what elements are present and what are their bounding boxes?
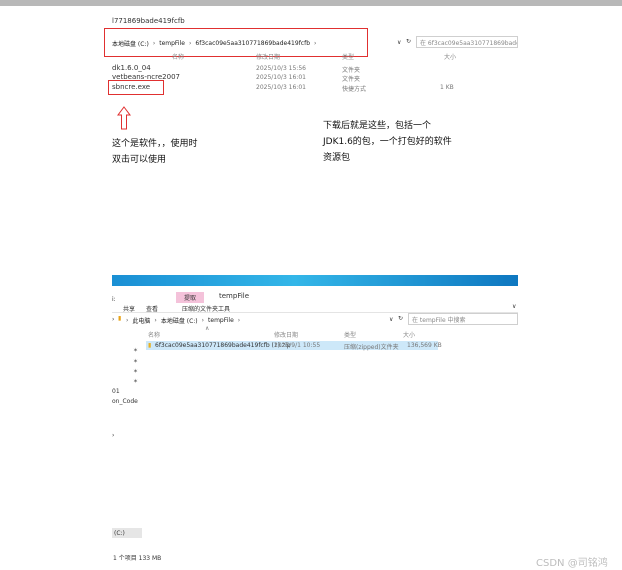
file-size: 136,569 KB [407, 342, 442, 349]
arrow-up-icon [117, 106, 131, 130]
column-header-type[interactable]: 类型 [342, 52, 354, 61]
zip-folder-icon: ▮ [148, 342, 152, 349]
column-header-name[interactable]: 名称 [172, 52, 184, 61]
file-type: 快捷方式 [342, 86, 367, 93]
search-input[interactable]: 在 6f3cac09e5aa310771869bade [416, 36, 518, 48]
chevron-right-icon: › [126, 317, 129, 324]
chevron-right-icon[interactable]: › [112, 432, 114, 439]
annotation-right: 下载后就是这些，包括一个JDK1.6的包，一个打包好的软件资源包 [323, 121, 452, 163]
file-name[interactable]: 6f3cac09e5aa310771869bade419fcfb (1).zip [155, 342, 291, 349]
breadcrumb-item-tempfile[interactable]: tempFile [208, 317, 234, 324]
pin-icon[interactable]: ✶ [133, 347, 138, 354]
status-bar-text: 1 个项目 133 MB [113, 555, 162, 562]
file-size: 1 KB [440, 84, 454, 91]
window-title: tempFile [219, 292, 250, 300]
chevron-down-icon[interactable]: ∨ [389, 316, 393, 323]
chevron-right-icon[interactable]: › [112, 316, 114, 323]
column-header-date[interactable]: 修改日期 [256, 52, 280, 61]
chevron-right-icon: › [201, 317, 205, 324]
file-date: 2025/10/3 16:01 [256, 84, 306, 91]
column-header-type[interactable]: 类型 [344, 330, 356, 339]
breadcrumb-item-this-pc[interactable]: 此电脑 [132, 316, 150, 325]
breadcrumb[interactable]: › 此电脑 › 本地磁盘 (C:) › tempFile › [126, 316, 244, 325]
chevron-right-icon: › [152, 40, 156, 47]
file-type: 文件夹 [342, 67, 361, 74]
search-input[interactable]: 在 tempFile 中搜索 [408, 313, 518, 325]
annotation-left: 这个是软件，，使用时双击可以使用 [112, 139, 198, 165]
column-header-date[interactable]: 修改日期 [274, 330, 298, 339]
file-date: 2025/10/3 15:56 [256, 65, 306, 72]
viewer-top-bar [0, 0, 622, 6]
chevron-up-icon: ∧ [205, 325, 210, 332]
pin-icon[interactable]: ✶ [133, 378, 138, 385]
file-date: 2025/10/3 16:01 [256, 74, 306, 81]
pin-icon[interactable]: ✶ [133, 368, 138, 375]
file-name[interactable]: sbncre.exe [112, 83, 150, 91]
breadcrumb-item-drive[interactable]: 本地磁盘 (C:) [161, 316, 198, 325]
chevron-down-icon[interactable]: ∨ [512, 303, 516, 310]
window-title-bar [112, 275, 518, 286]
window-title: l771869bade419fcfb [112, 17, 185, 25]
watermark: CSDN @司铭鸿 [536, 558, 608, 569]
file-date: 2025/9/1 10:55 [274, 342, 321, 349]
chevron-right-icon: › [154, 317, 157, 324]
breadcrumb[interactable]: 本地磁盘 (C:) › tempFile › 6f3cac09e5aa31077… [112, 39, 320, 48]
column-header-name[interactable]: 名称 [148, 330, 160, 339]
ribbon-file-tab-fragment[interactable]: i: [112, 296, 116, 303]
ribbon-tab-extract[interactable]: 提取 [176, 292, 205, 303]
breadcrumb-item-tempfile[interactable]: tempFile [159, 40, 185, 47]
file-type: 文件夹 [342, 76, 361, 83]
chevron-right-icon: › [237, 317, 241, 324]
refresh-icon[interactable]: ↻ [398, 315, 403, 322]
column-header-size[interactable]: 大小 [444, 52, 456, 61]
sidebar-item-code[interactable]: on_Code [112, 398, 138, 405]
folder-icon: ▮ [118, 315, 122, 322]
file-type: 压缩(zipped)文件夹 [344, 344, 399, 351]
file-name[interactable]: dk1.6.0_04 [112, 64, 151, 72]
breadcrumb-item-drive[interactable]: 本地磁盘 (C:) [112, 39, 149, 48]
chevron-right-icon: › [188, 40, 192, 47]
sidebar-item-drive[interactable]: (C:) [114, 530, 125, 537]
column-header-size[interactable]: 大小 [403, 330, 415, 339]
chevron-right-icon: › [314, 40, 317, 47]
pin-icon[interactable]: ✶ [133, 358, 138, 365]
breadcrumb-item-folder[interactable]: 6f3cac09e5aa310771869bade419fcfb [195, 40, 310, 47]
refresh-icon[interactable]: ↻ [406, 38, 411, 45]
chevron-down-icon[interactable]: ∨ [397, 39, 401, 46]
sidebar-item-01[interactable]: 01 [112, 388, 120, 395]
